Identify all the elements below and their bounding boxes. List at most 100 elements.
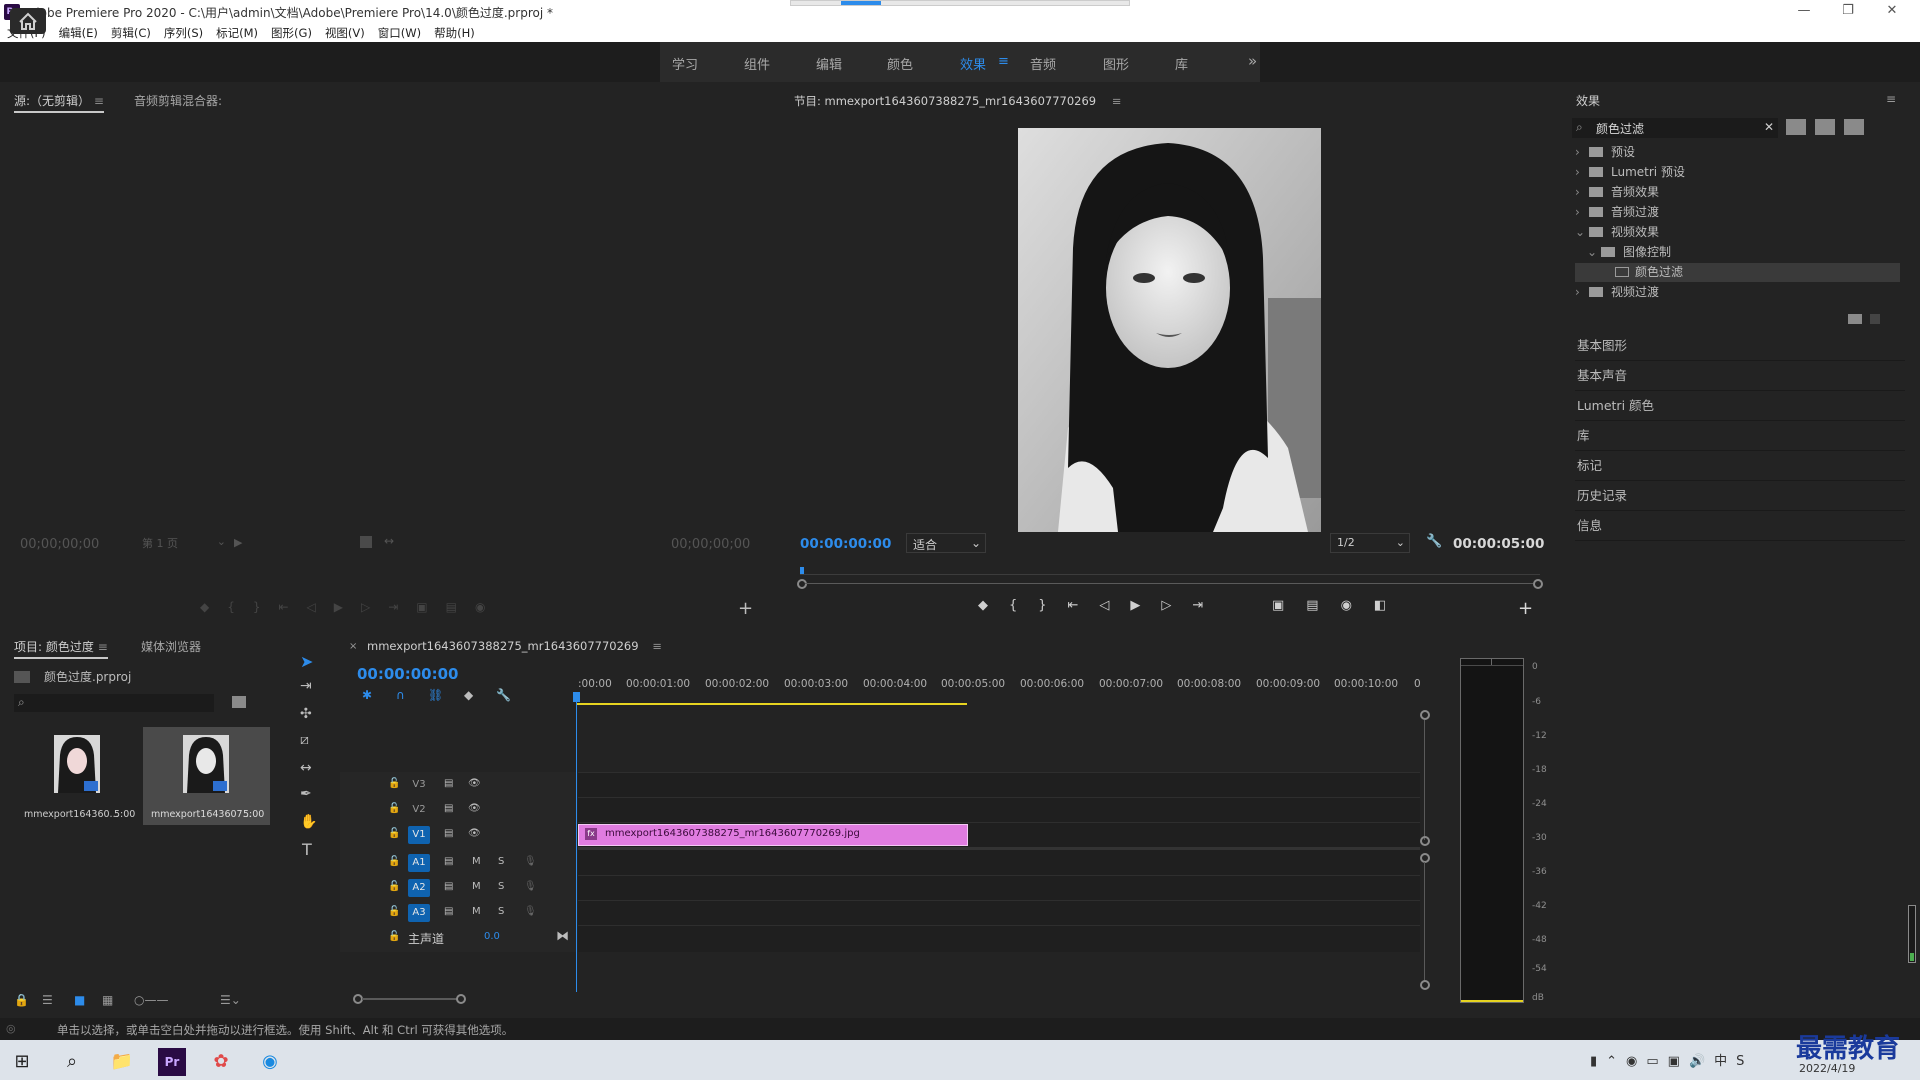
- sync-lock-icon[interactable]: ▤: [444, 881, 453, 892]
- lock-icon[interactable]: 🔓: [388, 881, 400, 892]
- timeline-sequence-tab[interactable]: mmexport1643607388275_mr1643607770269 ≡: [367, 639, 662, 653]
- system-tray[interactable]: ▮⌃◉▭▣🔊中S: [1590, 1050, 1790, 1070]
- timeline-clip-v1[interactable]: fx mmexport1643607388275_mr1643607770269…: [578, 824, 968, 846]
- panel-markers[interactable]: 标记: [1575, 451, 1905, 481]
- tab-media-browser[interactable]: 媒体浏览器: [141, 638, 201, 655]
- source-transport-controls[interactable]: ◆{}⇤◁▶▷⇥▣▤◉: [200, 600, 580, 616]
- source-timecode-in[interactable]: 00;00;00;00: [20, 537, 99, 552]
- zoom-slider[interactable]: ○——: [134, 993, 168, 1007]
- panel-menu-icon[interactable]: ≡: [1886, 92, 1896, 106]
- workspace-tab-color[interactable]: 颜色: [887, 54, 913, 73]
- edge-browser-icon[interactable]: ◉: [256, 1048, 284, 1076]
- clear-search-icon[interactable]: ✕: [1764, 120, 1774, 134]
- eye-icon[interactable]: 👁: [468, 828, 481, 839]
- effects-tree-item[interactable]: ⌄ 视频效果: [1575, 223, 1900, 242]
- wrench-icon[interactable]: 🔧: [1426, 534, 1442, 549]
- panel-info[interactable]: 信息: [1575, 511, 1905, 541]
- tab-project[interactable]: 项目: 颜色过度 ≡: [14, 638, 108, 659]
- workspace-tab-audio[interactable]: 音频: [1030, 54, 1056, 73]
- program-title[interactable]: 节目: mmexport1643607388275_mr164360777026…: [794, 93, 1121, 109]
- lock-icon[interactable]: 🔓: [388, 931, 400, 942]
- close-button[interactable]: ✕: [1872, 2, 1912, 22]
- effects-tree-item[interactable]: › 音频过渡: [1575, 203, 1900, 222]
- snap-icon[interactable]: ∩: [396, 688, 405, 702]
- selection-tool-icon[interactable]: ➤: [300, 652, 313, 671]
- mute-button[interactable]: M: [472, 906, 481, 917]
- windows-start-icon[interactable]: ⊞: [8, 1048, 36, 1076]
- tab-source[interactable]: 源:（无剪辑） ≡: [14, 92, 104, 113]
- add-marker-icon[interactable]: ◆: [464, 688, 473, 702]
- timeline-settings-icon[interactable]: 🔧: [496, 688, 511, 702]
- accelerated-effects-icon[interactable]: [1786, 119, 1806, 135]
- sync-lock-icon[interactable]: ▤: [444, 828, 453, 839]
- fit-select[interactable]: 适合 ⌄: [906, 533, 986, 553]
- menu-help[interactable]: 帮助(H): [434, 24, 475, 42]
- timeline-toolbar[interactable]: ✱ ∩ ⛓ ◆ 🔧: [358, 688, 518, 704]
- tab-menu-icon[interactable]: ≡: [652, 639, 662, 653]
- add-button-icon[interactable]: +: [738, 598, 753, 619]
- go-to-end-icon[interactable]: ⧓: [556, 929, 569, 944]
- close-tab-icon[interactable]: ×: [349, 641, 357, 652]
- tab-menu-icon[interactable]: ≡: [1112, 94, 1122, 108]
- tab-menu-icon[interactable]: ≡: [94, 94, 104, 108]
- timeline-timecode[interactable]: 00:00:00:00: [357, 665, 459, 683]
- track-target-a1[interactable]: A1: [408, 854, 430, 872]
- track-select-tool-icon[interactable]: ⇥: [300, 678, 312, 694]
- freeform-view-icon[interactable]: ▦: [102, 993, 113, 1007]
- menu-window[interactable]: 窗口(W): [378, 24, 421, 42]
- audio-scroll-handle[interactable]: [1420, 980, 1430, 990]
- new-bin-icon[interactable]: [1848, 314, 1862, 324]
- menu-view[interactable]: 视图(V): [325, 24, 365, 42]
- effects-tree-item[interactable]: › 预设: [1575, 143, 1900, 162]
- sync-lock-icon[interactable]: ▤: [444, 803, 453, 814]
- premiere-taskbar-icon[interactable]: Pr: [158, 1048, 186, 1076]
- delete-icon[interactable]: [1870, 314, 1880, 324]
- search-icon[interactable]: ⌕: [58, 1048, 86, 1076]
- razor-tool-icon[interactable]: ⧄: [300, 732, 309, 748]
- work-area-bar[interactable]: [577, 703, 967, 705]
- track-target-v3[interactable]: V3: [408, 776, 430, 794]
- right-scrollbar[interactable]: [1908, 905, 1916, 963]
- lock-icon[interactable]: 🔒: [14, 993, 29, 1007]
- sync-lock-icon[interactable]: ▤: [444, 856, 453, 867]
- microphone-icon[interactable]: 🎙: [524, 906, 537, 917]
- add-button-icon[interactable]: +: [1518, 598, 1533, 619]
- timeline-playhead[interactable]: [576, 692, 577, 992]
- file-explorer-icon[interactable]: 📁: [108, 1048, 136, 1076]
- icon-view-icon[interactable]: ■: [74, 993, 85, 1007]
- project-item-selected[interactable]: mmexport1643607... 5:00: [143, 727, 270, 825]
- lock-icon[interactable]: 🔓: [388, 803, 400, 814]
- workspace-tab-learn[interactable]: 学习: [672, 54, 698, 73]
- sync-lock-icon[interactable]: ▤: [444, 906, 453, 917]
- panel-essential-sound[interactable]: 基本声音: [1575, 361, 1905, 391]
- video-scroll-handle[interactable]: [1420, 710, 1430, 720]
- solo-button[interactable]: S: [498, 881, 504, 892]
- yuv-effects-icon[interactable]: [1844, 119, 1864, 135]
- lock-icon[interactable]: 🔓: [388, 778, 400, 789]
- sync-lock-icon[interactable]: ▤: [444, 778, 453, 789]
- timeline-zoom-scrollbar[interactable]: [362, 998, 458, 1000]
- timeline-zoom-handle[interactable]: [456, 994, 466, 1004]
- effects-tree-item[interactable]: › 视频过渡: [1575, 283, 1900, 302]
- eye-icon[interactable]: 👁: [468, 803, 481, 814]
- eye-icon[interactable]: 👁: [468, 778, 481, 789]
- program-timecode[interactable]: 00:00:00:00: [800, 536, 891, 552]
- lock-icon[interactable]: 🔓: [388, 906, 400, 917]
- home-button[interactable]: [10, 8, 46, 34]
- audio-scroll-handle[interactable]: [1420, 853, 1430, 863]
- workspace-tab-assembly[interactable]: 组件: [744, 54, 770, 73]
- menu-sequence[interactable]: 序列(S): [164, 24, 203, 42]
- hand-tool-icon[interactable]: ✋: [300, 814, 317, 830]
- workspace-tab-effects[interactable]: 效果: [960, 54, 986, 73]
- list-view-icon[interactable]: ☰: [42, 993, 53, 1007]
- panel-lumetri-color[interactable]: Lumetri 颜色: [1575, 391, 1905, 421]
- effects-search-input[interactable]: ⌕ 颜色过滤 ✕: [1572, 118, 1778, 138]
- fit-icon[interactable]: ↔: [384, 534, 394, 548]
- menu-marker[interactable]: 标记(M): [216, 24, 258, 42]
- project-footer-controls[interactable]: 🔒 ☰ ■ ▦ ○—— ☰⌄: [14, 993, 284, 1009]
- slip-tool-icon[interactable]: ↔: [300, 760, 312, 776]
- play-arrow-icon[interactable]: ▶: [234, 536, 242, 549]
- panel-history[interactable]: 历史记录: [1575, 481, 1905, 511]
- source-page-select[interactable]: 第 1 页 ⌄: [142, 535, 230, 553]
- workspace-more-icon[interactable]: »: [1248, 52, 1257, 70]
